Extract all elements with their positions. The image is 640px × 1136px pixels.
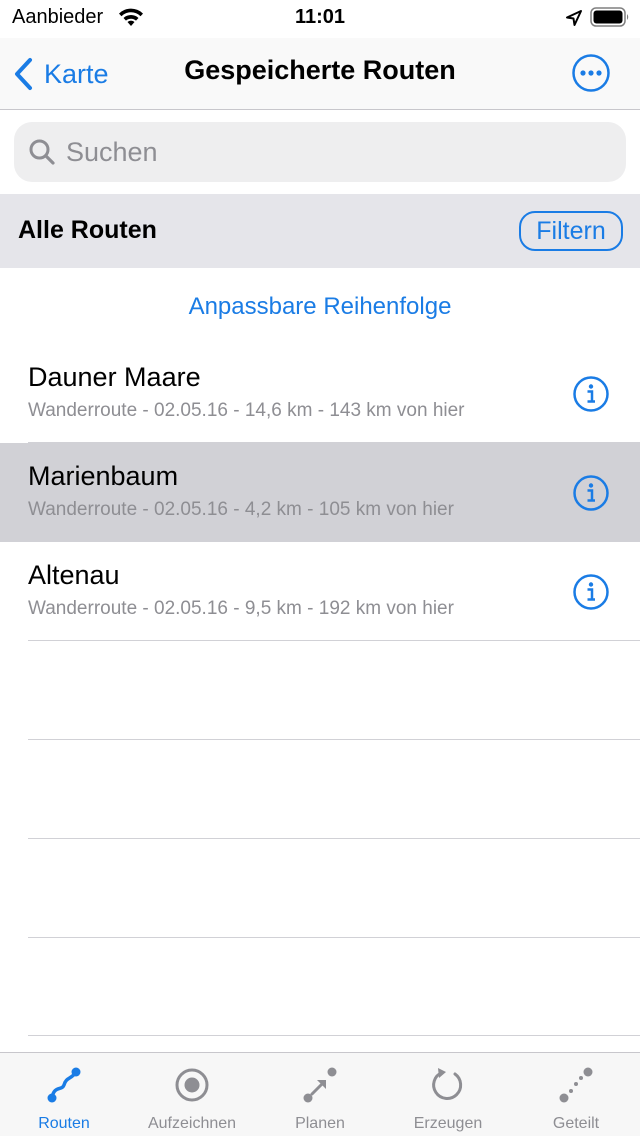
tab-plan[interactable]: Planen xyxy=(256,1053,384,1136)
tab-label: Aufzeichnen xyxy=(147,1115,237,1132)
route-icon xyxy=(47,1067,81,1103)
tab-shared[interactable]: Geteilt xyxy=(512,1053,640,1136)
shared-icon xyxy=(559,1067,593,1103)
filter-button[interactable]: Filtern xyxy=(519,211,623,251)
tab-label: Erzeugen xyxy=(413,1115,483,1132)
empty-row-separator xyxy=(28,739,640,740)
route-row[interactable]: Altenau Wanderroute - 02.05.16 - 9,5 km … xyxy=(0,542,640,641)
info-icon[interactable] xyxy=(572,474,610,512)
empty-row-separator xyxy=(28,937,640,938)
generate-icon xyxy=(432,1068,463,1100)
route-details: Wanderroute - 02.05.16 - 4,2 km - 105 km… xyxy=(28,499,454,520)
empty-row-separator xyxy=(28,1035,640,1036)
info-icon[interactable] xyxy=(572,375,610,413)
route-name: Marienbaum xyxy=(28,461,179,491)
section-title: Alle Routen xyxy=(18,216,157,244)
search-input[interactable] xyxy=(66,136,586,168)
back-button-label: Karte xyxy=(44,58,109,89)
tab-label: Planen xyxy=(295,1115,345,1132)
route-name: Altenau xyxy=(28,560,120,590)
section-header: Alle Routen Filtern xyxy=(0,194,640,268)
tab-label: Geteilt xyxy=(552,1115,600,1132)
chevron-left-icon xyxy=(15,58,32,90)
tab-generate[interactable]: Erzeugen xyxy=(384,1053,512,1136)
plan-icon xyxy=(303,1067,337,1103)
tab-routes[interactable]: Routen xyxy=(0,1053,128,1136)
location-arrow-icon xyxy=(566,10,582,26)
route-details: Wanderroute - 02.05.16 - 14,6 km - 143 k… xyxy=(28,400,465,421)
custom-order-link[interactable]: Anpassbare Reihenfolge xyxy=(0,268,640,344)
route-name: Dauner Maare xyxy=(28,362,201,392)
route-details: Wanderroute - 02.05.16 - 9,5 km - 192 km… xyxy=(28,598,454,619)
tab-record[interactable]: Aufzeichnen xyxy=(128,1053,256,1136)
empty-row-separator xyxy=(28,838,640,839)
navigation-bar: Karte Gespeicherte Routen xyxy=(0,38,640,110)
back-button[interactable]: Karte xyxy=(12,52,109,96)
tab-label: Routen xyxy=(38,1115,90,1132)
route-list: Dauner Maare Wanderroute - 02.05.16 - 14… xyxy=(0,344,640,641)
more-options-icon[interactable] xyxy=(571,53,611,93)
search-bar xyxy=(0,110,640,194)
route-row[interactable]: Marienbaum Wanderroute - 02.05.16 - 4,2 … xyxy=(0,443,640,542)
search-field[interactable] xyxy=(14,122,626,182)
route-row[interactable]: Dauner Maare Wanderroute - 02.05.16 - 14… xyxy=(0,344,640,443)
clock: 11:01 xyxy=(294,6,346,28)
record-icon xyxy=(175,1068,209,1102)
tab-bar: Routen Aufzeichnen Planen Erzeugen Getei… xyxy=(0,1052,640,1136)
search-icon xyxy=(29,139,55,165)
info-icon[interactable] xyxy=(572,573,610,611)
battery-icon xyxy=(590,7,629,27)
status-bar: Aanbieder 11:01 xyxy=(0,0,640,38)
